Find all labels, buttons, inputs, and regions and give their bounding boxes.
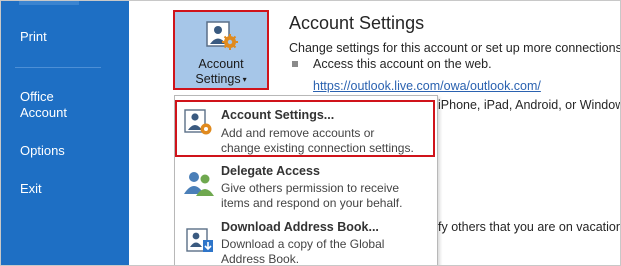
menu-item-download-address-book[interactable]: Download Address Book... Download a copy… — [175, 216, 437, 266]
nav-item-exit[interactable]: Exit — [20, 181, 42, 197]
automatic-replies-text: fy others that you are on vacation, — [438, 220, 621, 234]
account-settings-button-label-line2: Settings ▾ — [175, 72, 267, 87]
nav-item-office-account[interactable]: Office Account — [20, 89, 67, 121]
outlook-backstage: Print Office Account Options Exit Accoun… — [0, 0, 621, 266]
nav-item-options[interactable]: Options — [20, 143, 65, 159]
menu-item-delegate-access-title: Delegate Access — [221, 164, 320, 178]
web-access-text: Access this account on the web. — [313, 57, 492, 71]
outlook-web-link[interactable]: https://outlook.live.com/owa/outlook.com… — [313, 79, 541, 93]
account-description: Change settings for this account or set … — [289, 41, 621, 55]
menu-item-download-address-book-title: Download Address Book... — [221, 220, 379, 234]
backstage-nav: Print Office Account Options Exit — [1, 1, 129, 265]
menu-item-delegate-access[interactable]: Delegate Access Give others permission t… — [175, 160, 437, 214]
nav-divider — [15, 67, 101, 68]
delegate-people-icon — [184, 172, 214, 196]
account-settings-button-label-line1: Account — [198, 57, 244, 71]
account-settings-button-label-line2-text: Settings — [195, 72, 241, 86]
nav-item-print[interactable]: Print — [20, 29, 47, 45]
address-book-download-icon — [186, 228, 213, 252]
menu-item-delegate-access-desc1: Give others permission to receive — [221, 181, 400, 195]
nav-item-office-account-line1: Office — [20, 89, 54, 104]
mobile-devices-text: iPhone, iPad, Android, or Windows — [438, 98, 621, 112]
bullet-icon — [292, 61, 298, 67]
page-title: Account Settings — [289, 13, 425, 33]
menu-item-delegate-access-desc2: items and respond on your behalf. — [221, 196, 403, 210]
nav-item-office-account-line2: Account — [20, 105, 67, 120]
chevron-down-icon: ▾ — [242, 75, 247, 85]
menu-item-download-address-book-desc2: Address Book. — [221, 252, 300, 266]
menu-item-download-address-book-desc1: Download a copy of the Global — [221, 237, 385, 251]
highlighted-menu-item-frame — [175, 100, 435, 157]
nav-item-partial — [19, 1, 79, 5]
account-settings-dropdown-button[interactable]: Account Settings ▾ — [173, 10, 269, 90]
account-settings-icon — [206, 21, 238, 50]
